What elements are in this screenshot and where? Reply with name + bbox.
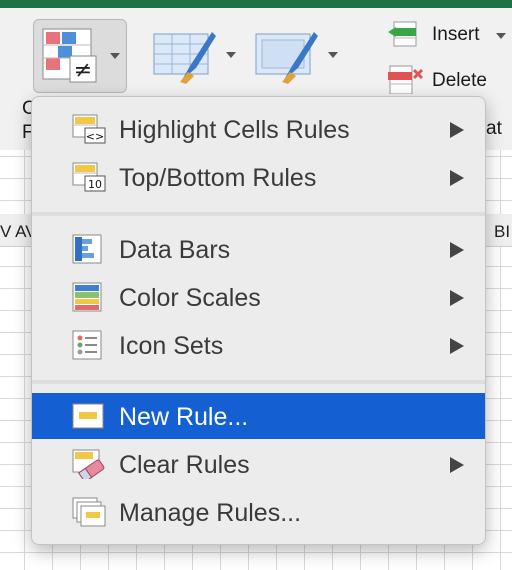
conditional-formatting-icon: ≠ xyxy=(42,28,97,83)
format-label-fragment: at xyxy=(486,118,502,139)
submenu-arrow-icon xyxy=(450,122,464,138)
data-bars-icon xyxy=(72,234,102,264)
menu-item-label: Data Bars xyxy=(119,236,231,264)
conditional-formatting-menu: <> Highlight Cells Rules 10 Top/Bottom R… xyxy=(31,96,486,545)
menu-item-clear-rules[interactable]: Clear Rules xyxy=(32,441,485,487)
delete-label: Delete xyxy=(432,70,487,91)
menu-item-label: Top/Bottom Rules xyxy=(119,164,317,192)
menu-item-color-scales[interactable]: Color Scales xyxy=(32,274,485,320)
menu-item-icon-sets[interactable]: Icon Sets xyxy=(32,322,485,368)
app-title-strip xyxy=(0,0,512,8)
insert-button[interactable]: Insert xyxy=(386,20,506,52)
menu-item-label: Clear Rules xyxy=(119,451,250,479)
chevron-down-icon xyxy=(328,52,338,58)
compare-glyph: <> xyxy=(86,130,104,143)
menu-separator xyxy=(32,212,485,216)
chevron-down-icon xyxy=(226,52,236,58)
chevron-down-icon xyxy=(496,33,506,39)
cell-styles-button[interactable] xyxy=(254,28,340,88)
conditional-formatting-button[interactable]: ≠ xyxy=(33,19,127,93)
manage-rules-icon xyxy=(72,497,106,527)
delete-button[interactable]: Delete xyxy=(386,64,512,98)
top-bottom-rules-icon: 10 xyxy=(72,162,106,192)
icon-sets-icon xyxy=(72,330,102,360)
menu-item-data-bars[interactable]: Data Bars xyxy=(32,226,485,272)
menu-item-manage-rules[interactable]: Manage Rules... xyxy=(32,489,485,535)
insert-cells-icon xyxy=(388,21,417,47)
clear-rules-icon xyxy=(72,449,105,479)
submenu-arrow-icon xyxy=(450,290,464,306)
menu-item-new-rule[interactable]: New Rule... xyxy=(32,393,485,439)
submenu-arrow-icon xyxy=(450,457,464,473)
svg-text:≠: ≠ xyxy=(74,58,92,83)
color-scales-icon xyxy=(72,282,102,312)
delete-cells-icon xyxy=(388,65,424,94)
menu-item-highlight-cells-rules[interactable]: <> Highlight Cells Rules xyxy=(32,106,485,152)
highlight-cells-rules-icon: <> xyxy=(72,114,106,144)
submenu-arrow-icon xyxy=(450,242,464,258)
menu-item-label: New Rule... xyxy=(119,403,249,431)
menu-item-label: Manage Rules... xyxy=(119,499,302,527)
menu-item-label: Icon Sets xyxy=(119,332,224,360)
menu-item-top-bottom-rules[interactable]: 10 Top/Bottom Rules xyxy=(32,154,485,200)
format-as-table-button[interactable] xyxy=(152,28,238,88)
insert-label: Insert xyxy=(432,24,480,45)
menu-item-label: Color Scales xyxy=(119,284,261,312)
menu-separator xyxy=(32,380,485,384)
format-as-table-icon xyxy=(153,32,216,84)
column-header-label[interactable]: BI xyxy=(494,222,510,242)
top10-glyph: 10 xyxy=(88,178,102,191)
submenu-arrow-icon xyxy=(450,338,464,354)
menu-item-label: Highlight Cells Rules xyxy=(119,116,350,144)
chevron-down-icon xyxy=(110,53,120,59)
new-rule-icon xyxy=(72,403,104,429)
cell-styles-icon xyxy=(255,32,318,84)
submenu-arrow-icon xyxy=(450,170,464,186)
